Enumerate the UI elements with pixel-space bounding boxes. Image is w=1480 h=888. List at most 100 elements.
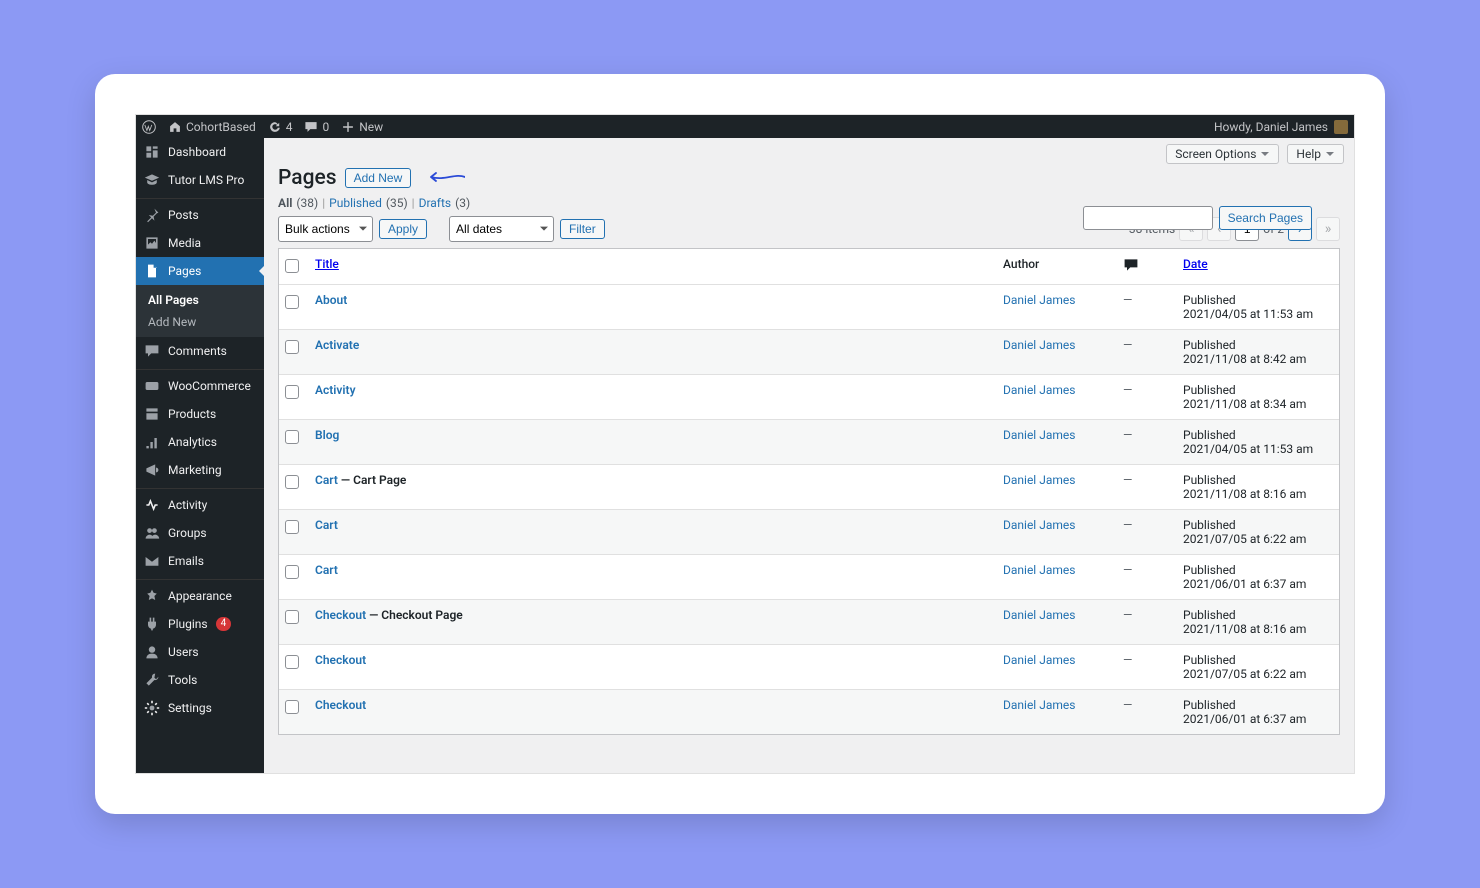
row-comments: — [1123,473,1183,487]
row-author-link[interactable]: Daniel James [1003,698,1075,712]
row-checkbox[interactable] [285,385,299,399]
sidebar-item-label: Activity [168,498,207,512]
row-checkbox[interactable] [285,295,299,309]
help-button[interactable]: Help [1287,144,1344,164]
sidebar-item-posts[interactable]: Posts [136,198,264,229]
row-title-link[interactable]: About [315,293,347,307]
sidebar-item-tools[interactable]: Tools [136,666,264,694]
row-author-link[interactable]: Daniel James [1003,428,1075,442]
add-new-button[interactable]: Add New [345,168,412,188]
row-title-link[interactable]: Checkout [315,698,366,712]
row-date: Published2021/07/05 at 6:22 am [1183,653,1333,681]
screen-options-button[interactable]: Screen Options [1166,144,1279,164]
header-comments-icon[interactable] [1123,257,1183,276]
row-author-link[interactable]: Daniel James [1003,338,1075,352]
updates-link[interactable]: 4 [268,120,293,134]
sidebar-item-products[interactable]: Products [136,400,264,428]
row-author-link[interactable]: Daniel James [1003,653,1075,667]
select-all-checkbox[interactable] [285,259,299,273]
apply-button[interactable]: Apply [379,219,427,239]
sidebar-item-label: Emails [168,554,204,568]
users-icon [144,644,160,660]
last-page-button[interactable]: » [1316,217,1340,241]
row-author-link[interactable]: Daniel James [1003,518,1075,532]
filter-button[interactable]: Filter [560,219,605,239]
row-comments: — [1123,383,1183,397]
row-title-link[interactable]: Activate [315,338,359,352]
new-label: New [359,120,383,134]
sidebar-item-appearance[interactable]: Appearance [136,579,264,610]
sidebar-subitem[interactable]: Add New [136,311,264,333]
wordpress-icon [142,120,156,134]
header-title[interactable]: Title [315,257,1003,271]
activity-icon [144,497,160,513]
row-date: Published2021/11/08 at 8:16 am [1183,608,1333,636]
row-title-link[interactable]: Activity [315,383,356,397]
row-checkbox[interactable] [285,430,299,444]
header-date[interactable]: Date [1183,257,1333,271]
cap-icon [144,172,160,188]
search-button[interactable]: Search Pages [1219,206,1312,230]
row-title-link[interactable]: Cart [315,473,338,487]
sidebar-item-label: Products [168,407,216,421]
sidebar-item-label: Tutor LMS Pro [168,173,244,187]
sidebar-item-users[interactable]: Users [136,638,264,666]
sidebar-item-dashboard[interactable]: Dashboard [136,138,264,166]
row-author-link[interactable]: Daniel James [1003,563,1075,577]
table-row: ActivityDaniel James—Published2021/11/08… [279,374,1339,419]
row-comments: — [1123,338,1183,352]
sidebar-item-tutorlms[interactable]: Tutor LMS Pro [136,166,264,194]
site-home-link[interactable]: CohortBased [168,120,256,134]
table-row: Cart — Cart PageDaniel James—Published20… [279,464,1339,509]
row-title-link[interactable]: Checkout [315,608,366,622]
wp-logo[interactable] [142,120,156,134]
sidebar-item-activity[interactable]: Activity [136,488,264,519]
sidebar-item-groups[interactable]: Groups [136,519,264,547]
row-title-link[interactable]: Checkout [315,653,366,667]
home-icon [168,120,182,134]
avatar[interactable] [1334,120,1348,134]
emails-icon [144,553,160,569]
filter-drafts-link[interactable]: Drafts [419,196,452,210]
table-row: CheckoutDaniel James—Published2021/06/01… [279,689,1339,734]
search-input[interactable] [1083,206,1213,230]
row-comments: — [1123,518,1183,532]
row-author-link[interactable]: Daniel James [1003,293,1075,307]
row-checkbox[interactable] [285,340,299,354]
bulk-actions-select[interactable]: Bulk actions [278,216,373,242]
sidebar-item-media[interactable]: Media [136,229,264,257]
sidebar-item-settings[interactable]: Settings [136,694,264,722]
sidebar-item-plugins[interactable]: Plugins4 [136,610,264,638]
filter-published-link[interactable]: Published [329,196,382,210]
sidebar-item-label: Comments [168,344,227,358]
row-author-link[interactable]: Daniel James [1003,608,1075,622]
filter-all-count: (38) [296,196,318,210]
filter-all-label[interactable]: All [278,196,292,210]
pages-table: Title Author Date About Daniel James — Publ… [278,248,1340,735]
howdy-link[interactable]: Howdy, Daniel James [1214,120,1328,134]
row-checkbox[interactable] [285,475,299,489]
sidebar-item-marketing[interactable]: Marketing [136,456,264,484]
row-checkbox[interactable] [285,565,299,579]
sidebar-item-comments[interactable]: Comments [136,337,264,365]
new-content-link[interactable]: New [341,120,383,134]
comments-link[interactable]: 0 [304,120,329,134]
row-author-link[interactable]: Daniel James [1003,473,1075,487]
row-author-link[interactable]: Daniel James [1003,383,1075,397]
date-filter-select[interactable]: All dates [449,216,554,242]
row-checkbox[interactable] [285,700,299,714]
row-checkbox[interactable] [285,520,299,534]
row-checkbox[interactable] [285,610,299,624]
row-checkbox[interactable] [285,655,299,669]
row-title-link[interactable]: Cart [315,518,338,532]
header-author[interactable]: Author [1003,257,1123,271]
sidebar-item-label: Analytics [168,435,217,449]
sidebar-item-emails[interactable]: Emails [136,547,264,575]
row-title-link[interactable]: Cart [315,563,338,577]
sidebar-item-woo[interactable]: WooCommerce [136,369,264,400]
sidebar-subitem[interactable]: All Pages [136,289,264,311]
sidebar-item-pages[interactable]: Pages [136,257,264,285]
row-title-link[interactable]: Blog [315,428,339,442]
sidebar-item-analytics[interactable]: Analytics [136,428,264,456]
row-comments: — [1123,563,1183,577]
